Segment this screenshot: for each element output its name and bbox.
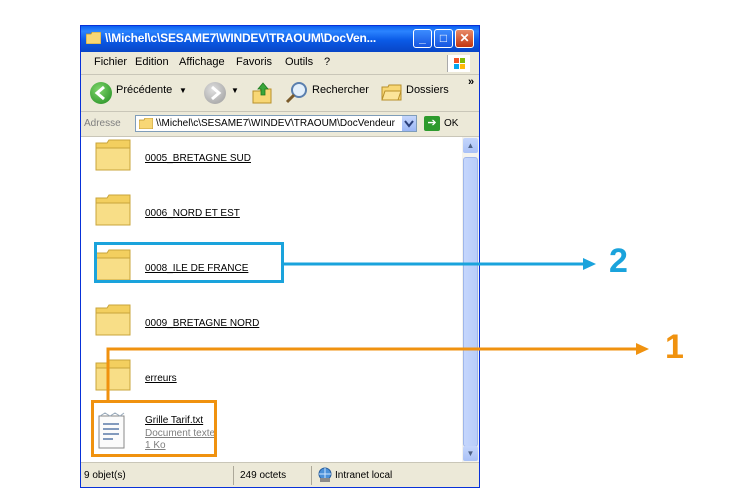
orange-callout-line [106,347,638,400]
orange-arrowhead-icon [636,343,649,355]
callout-number-2: 2 [609,242,628,280]
callout-number-1: 1 [665,328,684,366]
blue-arrowhead-icon [583,258,596,270]
